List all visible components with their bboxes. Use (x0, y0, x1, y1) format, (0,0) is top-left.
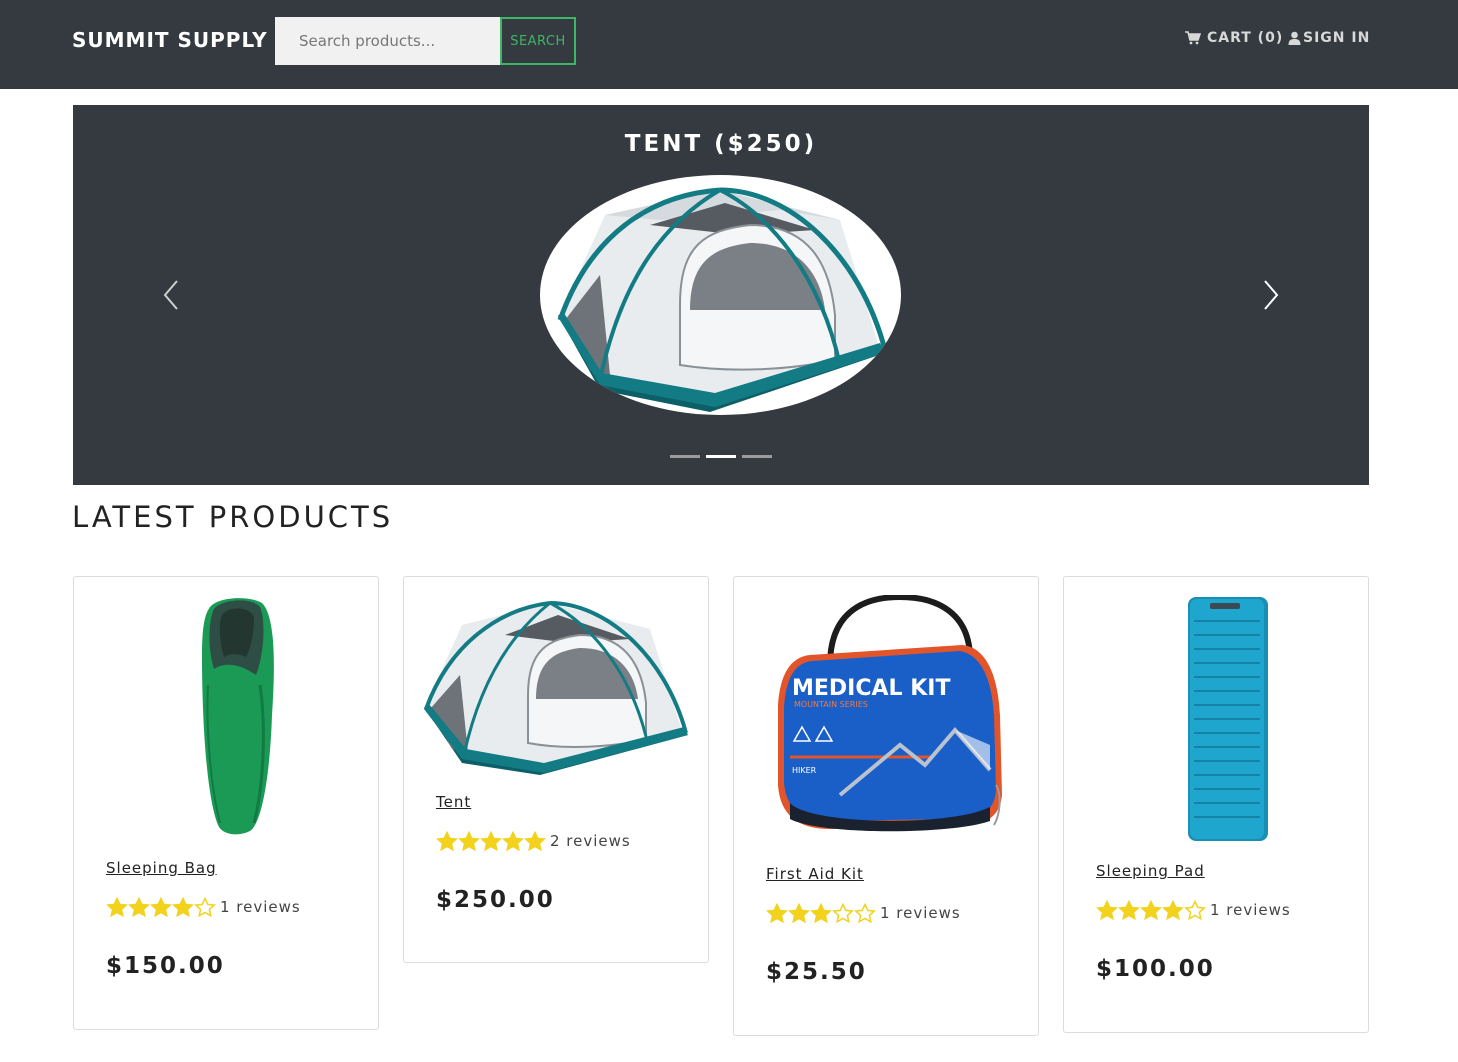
product-image-tent[interactable] (420, 595, 692, 775)
search-input[interactable] (275, 17, 500, 65)
star-filled-icon (810, 903, 832, 923)
product-image-sleeping-bag[interactable] (90, 595, 362, 835)
product-card: Sleeping Bag 1 reviews $150.00 (73, 576, 379, 1030)
medical-kit-hiker: HIKER (792, 766, 817, 775)
product-name-link[interactable]: First Aid Kit (766, 865, 864, 883)
chevron-right-icon (1264, 280, 1279, 310)
star-empty-icon (854, 903, 876, 923)
star-filled-icon (1140, 900, 1162, 920)
cart-icon (1185, 31, 1201, 45)
star-empty-icon (1184, 900, 1206, 920)
star-rating: 1 reviews (106, 897, 301, 917)
star-filled-icon (1096, 900, 1118, 920)
carousel-previous-button[interactable] (153, 275, 189, 315)
carousel-tent-image[interactable] (540, 175, 901, 415)
medical-kit-label: MEDICAL KIT (792, 676, 950, 701)
product-card: Sleeping Pad 1 reviews $100.00 (1063, 576, 1369, 1033)
star-rating: 1 reviews (1096, 900, 1291, 920)
product-name-link[interactable]: Tent (436, 793, 471, 811)
star-filled-icon (1162, 900, 1184, 920)
star-filled-icon (480, 831, 502, 851)
product-price: $100.00 (1096, 956, 1215, 982)
star-filled-icon (458, 831, 480, 851)
carousel-indicator-active[interactable] (706, 455, 736, 458)
review-count: 1 reviews (220, 898, 301, 916)
review-count: 1 reviews (880, 904, 961, 922)
star-filled-icon (150, 897, 172, 917)
carousel-title: TENT ($250) (624, 131, 818, 157)
latest-products-heading: LATEST PRODUCTS (72, 500, 394, 534)
star-filled-icon (524, 831, 546, 851)
chevron-left-icon (163, 280, 178, 310)
product-name-link[interactable]: Sleeping Bag (106, 859, 217, 877)
carousel-indicator[interactable] (670, 455, 700, 458)
star-rating: 2 reviews (436, 831, 631, 851)
sign-in-label: SIGN IN (1303, 30, 1371, 46)
cart-label: CART (0) (1207, 30, 1284, 46)
star-empty-icon (194, 897, 216, 917)
star-rating: 1 reviews (766, 903, 961, 923)
search-button[interactable]: SEARCH (500, 17, 576, 65)
product-price: $250.00 (436, 887, 555, 913)
star-filled-icon (436, 831, 458, 851)
cart-link[interactable]: CART (0) (1185, 30, 1283, 46)
star-filled-icon (172, 897, 194, 917)
carousel-indicator[interactable] (742, 455, 772, 458)
brand-logo[interactable]: SUMMIT SUPPLY (72, 28, 268, 52)
user-icon (1288, 31, 1301, 45)
product-name-link[interactable]: Sleeping Pad (1096, 862, 1205, 880)
product-image-first-aid-kit[interactable]: MEDICAL KIT MOUNTAIN SERIES HIKER (750, 593, 1022, 845)
star-filled-icon (128, 897, 150, 917)
sign-in-link[interactable]: SIGN IN (1288, 30, 1370, 46)
product-price: $25.50 (766, 959, 867, 985)
review-count: 1 reviews (1210, 901, 1291, 919)
carousel-next-button[interactable] (1253, 275, 1289, 315)
medical-kit-series: MOUNTAIN SERIES (794, 700, 868, 709)
product-card: Tent 2 reviews $250.00 (403, 576, 709, 963)
product-price: $150.00 (106, 953, 225, 979)
review-count: 2 reviews (550, 832, 631, 850)
star-filled-icon (1118, 900, 1140, 920)
product-card: MEDICAL KIT MOUNTAIN SERIES HIKER First … (733, 576, 1039, 1036)
product-image-sleeping-pad[interactable] (1080, 595, 1352, 841)
product-carousel: TENT ($250) (73, 105, 1369, 485)
star-empty-icon (832, 903, 854, 923)
star-filled-icon (766, 903, 788, 923)
star-filled-icon (788, 903, 810, 923)
navbar: SUMMIT SUPPLY SEARCH CART (0) SIGN IN (0, 0, 1458, 89)
star-filled-icon (502, 831, 524, 851)
star-filled-icon (106, 897, 128, 917)
